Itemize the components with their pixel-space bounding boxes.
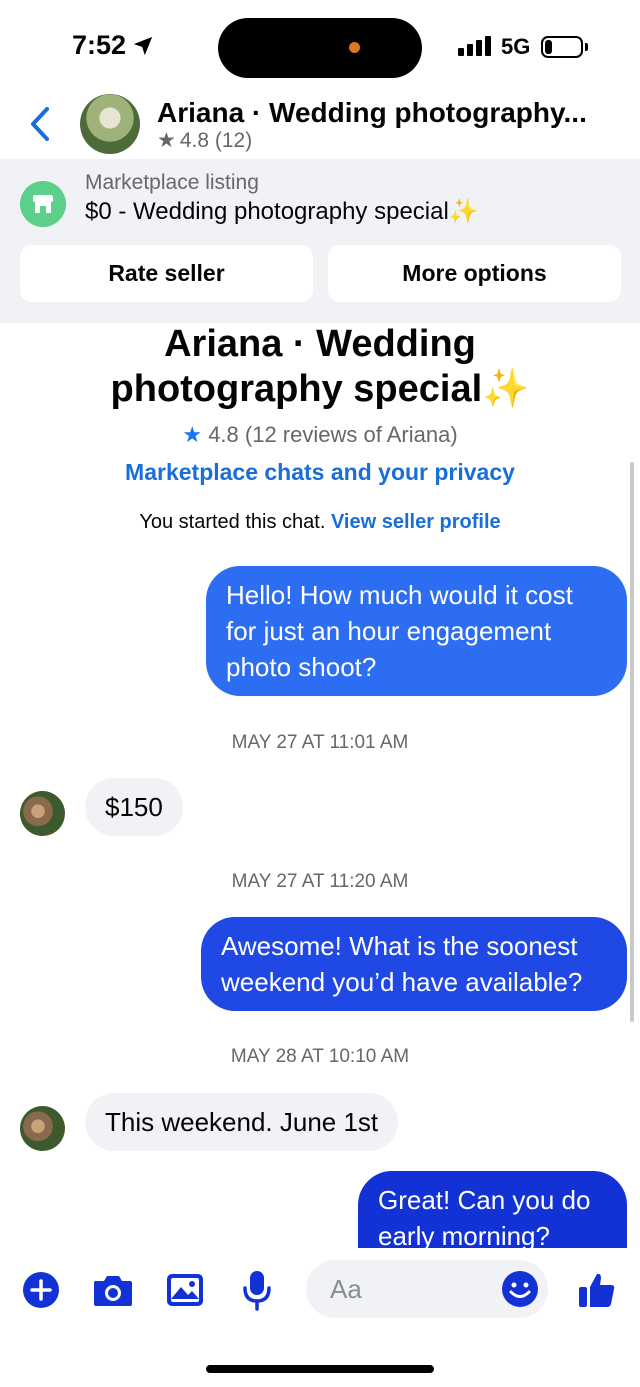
header-rating: ★ 4.8 (12) — [157, 128, 253, 153]
outgoing-message[interactable]: Hello! How much would it cost for just a… — [206, 566, 627, 696]
listing-label: Marketplace listing — [85, 171, 259, 194]
network-type: 5G — [501, 34, 531, 59]
thumbs-up-icon[interactable] — [576, 1269, 618, 1311]
status-bar: 7:52 5G — [0, 0, 640, 90]
marketplace-shop-icon — [20, 181, 66, 227]
location-arrow-icon — [133, 36, 153, 55]
camera-icon[interactable] — [92, 1269, 134, 1311]
battery-icon — [541, 36, 583, 58]
chat-started-note: You started this chat. View seller profi… — [139, 511, 501, 533]
rate-seller-button[interactable]: Rate seller — [20, 245, 313, 302]
conversation-title: Ariana · Wedding photography special✨ — [110, 323, 530, 410]
chevron-left-icon — [31, 107, 49, 141]
star-icon: ★ — [182, 422, 203, 447]
seller-avatar[interactable] — [20, 791, 65, 836]
timestamp: MAY 27 AT 11:01 AM — [231, 732, 409, 753]
star-icon: ★ — [157, 129, 176, 152]
listing-title: $0 - Wedding photography special✨ — [85, 198, 479, 225]
outgoing-message[interactable]: Great! Can you do early morning? — [358, 1171, 627, 1249]
message-input-box[interactable] — [306, 1260, 548, 1318]
back-button[interactable] — [20, 102, 60, 146]
scrollbar[interactable] — [630, 462, 634, 1022]
chat-header: Ariana · Wedding photography... ★ 4.8 (1… — [0, 90, 640, 160]
signal-icon — [458, 36, 491, 56]
seller-avatar[interactable] — [80, 94, 140, 154]
view-seller-profile-link[interactable]: View seller profile — [331, 511, 501, 533]
incoming-message[interactable]: $150 — [85, 778, 183, 836]
plus-icon[interactable] — [20, 1269, 62, 1311]
message-composer — [0, 1248, 640, 1387]
seller-avatar[interactable] — [20, 1106, 65, 1151]
privacy-link[interactable]: Marketplace chats and your privacy — [0, 459, 640, 486]
chat-title[interactable]: Ariana · Wedding photography... — [157, 97, 597, 129]
sparkles-icon: ✨ — [482, 368, 530, 410]
seller-rating: ★ 4.8 (12 reviews of Ariana) — [182, 422, 458, 447]
outgoing-message[interactable]: Awesome! What is the soonest weekend you… — [201, 917, 627, 1011]
status-time: 7:52 — [72, 30, 154, 61]
marketplace-listing-banner[interactable]: Marketplace listing $0 - Wedding photogr… — [0, 159, 640, 323]
emoji-icon[interactable] — [501, 1270, 539, 1308]
microphone-icon[interactable] — [236, 1269, 278, 1311]
dynamic-island — [218, 18, 422, 78]
image-icon[interactable] — [164, 1269, 206, 1311]
more-options-button[interactable]: More options — [328, 245, 621, 302]
message-input[interactable] — [330, 1270, 500, 1308]
sparkles-icon: ✨ — [448, 198, 479, 225]
timestamp: MAY 27 AT 11:20 AM — [231, 871, 409, 892]
timestamp: MAY 28 AT 10:10 AM — [230, 1046, 410, 1067]
home-indicator[interactable] — [206, 1365, 434, 1373]
incoming-message[interactable]: This weekend. June 1st — [85, 1093, 399, 1151]
